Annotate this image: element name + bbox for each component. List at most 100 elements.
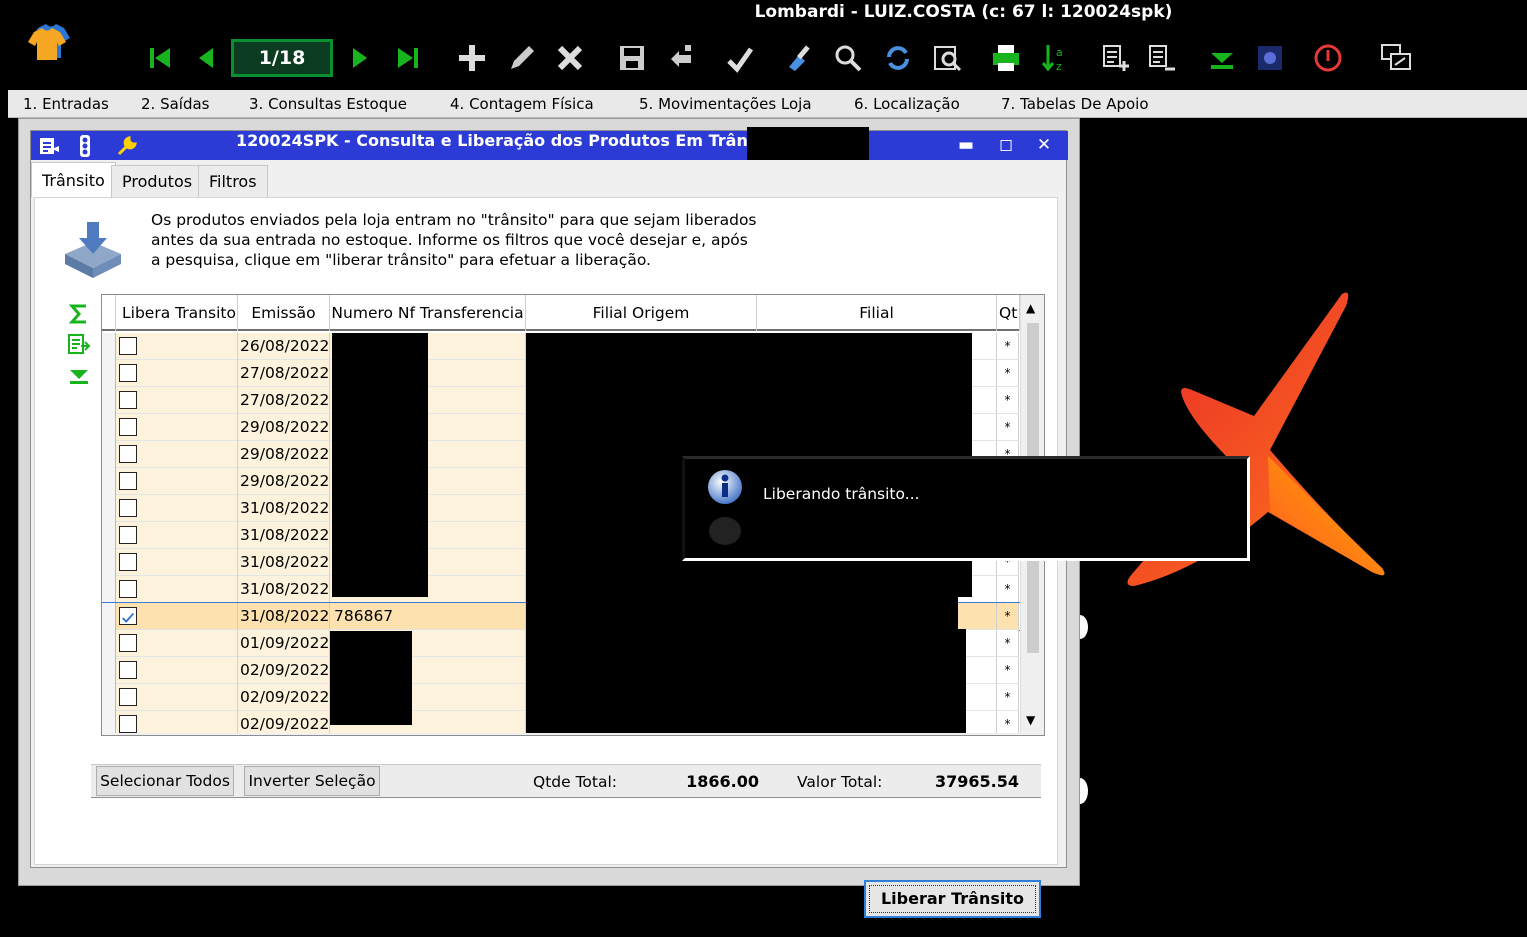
qt-cell[interactable]: *	[997, 387, 1019, 414]
libera-transito-checkbox[interactable]	[119, 337, 137, 355]
qt-cell[interactable]: *	[997, 684, 1019, 711]
emissao-cell[interactable]: 31/08/2022	[238, 576, 330, 603]
scroll-up-icon[interactable]: ▲	[1026, 301, 1035, 315]
libera-transito-checkbox[interactable]	[119, 553, 137, 571]
edit-icon[interactable]	[502, 36, 542, 80]
status-icon[interactable]	[1250, 36, 1290, 80]
liberar-transito-button[interactable]: Liberar Trânsito	[864, 880, 1041, 918]
qt-cell[interactable]: *	[997, 576, 1019, 603]
minimize-button[interactable]: ▬	[953, 133, 979, 157]
traffic-light-icon[interactable]	[73, 134, 97, 158]
search-icon[interactable]	[828, 36, 868, 80]
menu-entradas[interactable]: 1. Entradas	[23, 90, 109, 118]
row-indicator[interactable]	[102, 630, 116, 657]
emissao-cell[interactable]: 31/08/2022	[238, 522, 330, 549]
prev-icon[interactable]	[186, 36, 226, 80]
emissao-cell[interactable]: 27/08/2022	[238, 387, 330, 414]
emissao-cell[interactable]: 31/08/2022	[238, 603, 330, 630]
libera-transito-checkbox[interactable]	[119, 418, 137, 436]
libera-transito-checkbox[interactable]	[119, 688, 137, 706]
col-numero-nf[interactable]: Numero Nf Transferencia	[330, 295, 526, 331]
row-indicator[interactable]	[102, 657, 116, 684]
delete-icon[interactable]	[550, 36, 590, 80]
row-indicator[interactable]	[102, 684, 116, 711]
export-list-icon[interactable]	[67, 332, 91, 356]
menu-tabelas-de-apoio[interactable]: 7. Tabelas De Apoio	[1001, 90, 1149, 118]
libera-transito-checkbox[interactable]	[119, 364, 137, 382]
col-qt[interactable]: Qt	[997, 295, 1020, 331]
emissao-cell[interactable]: 29/08/2022	[238, 414, 330, 441]
horizontal-scrollbar[interactable]: ◀ ▶	[110, 733, 1044, 735]
emissao-cell[interactable]: 29/08/2022	[238, 441, 330, 468]
qt-cell[interactable]: *	[997, 414, 1019, 441]
emissao-cell[interactable]: 26/08/2022	[238, 333, 330, 360]
row-indicator[interactable]	[102, 387, 116, 414]
list-edit-icon[interactable]	[37, 134, 61, 158]
libera-transito-checkbox[interactable]	[119, 715, 137, 733]
collapse-down-icon[interactable]	[67, 364, 91, 388]
tab-produtos[interactable]: Produtos	[111, 165, 204, 197]
emissao-cell[interactable]: 31/08/2022	[238, 495, 330, 522]
row-indicator[interactable]	[102, 603, 116, 630]
libera-transito-checkbox[interactable]	[119, 661, 137, 679]
clean-icon[interactable]	[780, 36, 820, 80]
row-indicator[interactable]	[102, 468, 116, 495]
row-indicator[interactable]	[102, 441, 116, 468]
qt-cell[interactable]: *	[997, 333, 1019, 360]
power-icon[interactable]	[1308, 36, 1348, 80]
emissao-cell[interactable]: 29/08/2022	[238, 468, 330, 495]
sum-icon[interactable]	[67, 302, 91, 326]
page-indicator[interactable]: 1/18	[231, 39, 333, 77]
libera-transito-checkbox[interactable]	[119, 391, 137, 409]
tab-transito[interactable]: Trânsito	[31, 162, 116, 197]
row-indicator[interactable]	[102, 360, 116, 387]
row-indicator[interactable]	[102, 495, 116, 522]
print-icon[interactable]	[986, 36, 1026, 80]
emissao-cell[interactable]: 02/09/2022	[238, 657, 330, 684]
add-list-icon[interactable]	[1096, 36, 1136, 80]
emissao-cell[interactable]: 02/09/2022	[238, 684, 330, 711]
libera-transito-checkbox[interactable]	[119, 607, 137, 625]
menu-consultas-estoque[interactable]: 3. Consultas Estoque	[249, 90, 407, 118]
menu-saidas[interactable]: 2. Saídas	[141, 90, 210, 118]
row-indicator[interactable]	[102, 414, 116, 441]
tab-filtros[interactable]: Filtros	[198, 165, 268, 197]
qt-cell[interactable]: *	[997, 603, 1019, 630]
close-button[interactable]: ✕	[1031, 133, 1057, 157]
libera-transito-checkbox[interactable]	[119, 499, 137, 517]
confirm-icon[interactable]	[720, 36, 760, 80]
row-indicator[interactable]	[102, 576, 116, 603]
col-emissao[interactable]: Emissão	[238, 295, 330, 331]
qt-cell[interactable]: *	[997, 630, 1019, 657]
menu-movimentacoes-loja[interactable]: 5. Movimentações Loja	[639, 90, 812, 118]
libera-transito-checkbox[interactable]	[119, 445, 137, 463]
emissao-cell[interactable]: 01/09/2022	[238, 630, 330, 657]
emissao-cell[interactable]: 31/08/2022	[238, 549, 330, 576]
window-titlebar[interactable]: 120024SPK - Consulta e Liberação dos Pro…	[31, 127, 1068, 160]
add-icon[interactable]	[452, 36, 492, 80]
save-icon[interactable]	[612, 36, 652, 80]
menu-contagem-fisica[interactable]: 4. Contagem Física	[450, 90, 594, 118]
emissao-cell[interactable]: 27/08/2022	[238, 360, 330, 387]
list-icon[interactable]	[1142, 36, 1182, 80]
sort-icon[interactable]: az	[1036, 36, 1076, 80]
qt-cell[interactable]: *	[997, 360, 1019, 387]
libera-transito-checkbox[interactable]	[119, 634, 137, 652]
row-indicator[interactable]	[102, 522, 116, 549]
last-icon[interactable]	[388, 36, 428, 80]
next-icon[interactable]	[340, 36, 380, 80]
refresh-icon[interactable]	[878, 36, 918, 80]
collapse-icon[interactable]	[1202, 36, 1242, 80]
col-filial[interactable]: Filial	[757, 295, 997, 331]
preview-icon[interactable]	[928, 36, 968, 80]
maximize-button[interactable]: ◻	[993, 133, 1019, 157]
col-libera-transito[interactable]: Libera Transito	[116, 295, 238, 331]
row-indicator[interactable]	[102, 333, 116, 360]
invert-selection-button[interactable]: Inverter Seleção	[244, 766, 380, 796]
libera-transito-checkbox[interactable]	[119, 580, 137, 598]
first-icon[interactable]	[140, 36, 180, 80]
libera-transito-checkbox[interactable]	[119, 526, 137, 544]
window-switch-icon[interactable]	[1376, 36, 1416, 80]
libera-transito-checkbox[interactable]	[119, 472, 137, 490]
menu-localizacao[interactable]: 6. Localização	[854, 90, 960, 118]
